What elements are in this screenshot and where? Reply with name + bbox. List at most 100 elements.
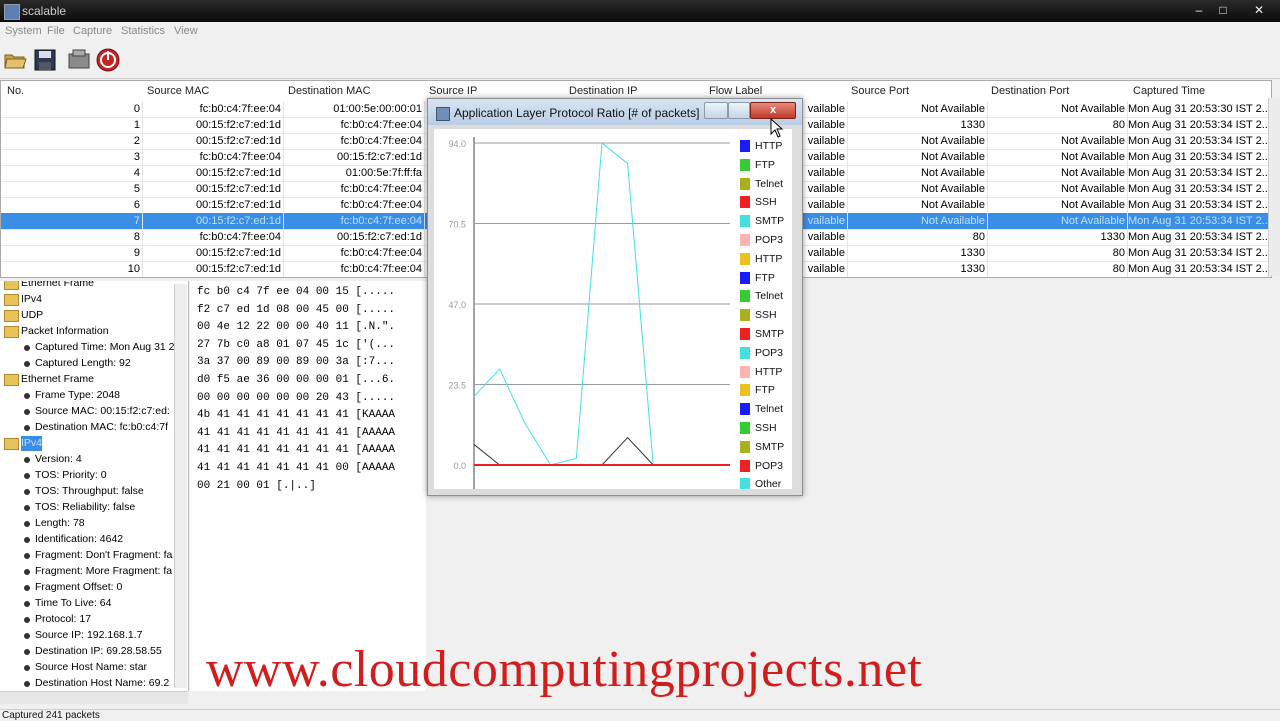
save-icon[interactable] <box>33 48 57 72</box>
table-cell-dmac: fc:b0:c4:7f:ee:04 <box>284 213 425 229</box>
bullet-icon <box>24 473 30 479</box>
tree-node-label: Ethernet Frame <box>21 373 94 385</box>
legend-swatch <box>740 422 750 434</box>
table-cell-dp: Not Available <box>988 149 1128 165</box>
table-cell-dp: Not Available <box>988 181 1128 197</box>
menu-file[interactable]: File <box>47 25 65 37</box>
legend-label: POP3 <box>755 234 784 246</box>
tree-node-label: Time To Live: 64 <box>35 597 112 609</box>
hex-line: f2 c7 ed 1d 08 00 45 00 [..... <box>197 303 396 316</box>
legend-swatch <box>740 346 750 359</box>
bullet-icon <box>24 633 30 639</box>
col-captured-time[interactable]: Captured Time <box>1133 81 1205 99</box>
tree-vertical-scrollbar[interactable] <box>174 284 187 688</box>
close-icon[interactable]: ✕ <box>1248 2 1270 18</box>
table-cell-no: 7 <box>1 213 143 229</box>
chart-legend: HTTP FTP Telnet SSH SMTP POP3 HTTP FTP Telnet SSH… <box>732 129 792 489</box>
menu-system[interactable]: System <box>5 25 42 37</box>
table-cell-dmac: 00:15:f2:c7:ed:1d <box>284 229 425 245</box>
legend-label: SSH <box>755 309 777 322</box>
chart-y-tick-label: 94.0 <box>448 139 466 149</box>
table-cell-dp: Not Available <box>988 101 1128 117</box>
tree-node-label: Fragment Offset: 0 <box>35 581 123 593</box>
capture-icon[interactable] <box>67 48 91 72</box>
hex-line: 00 00 00 00 00 00 20 43 [..... <box>197 391 396 404</box>
legend-swatch <box>740 271 750 284</box>
table-cell-dmac: 01:00:5e:7f:ff:fa <box>284 165 425 181</box>
bullet-icon <box>24 537 30 543</box>
menu-capture[interactable]: Capture <box>73 25 112 37</box>
dialog-title-bar[interactable]: Application Layer Protocol Ratio [# of p… <box>428 99 802 125</box>
col-source-mac[interactable]: Source MAC <box>147 81 209 99</box>
open-folder-icon[interactable] <box>3 48 27 72</box>
legend-swatch <box>740 328 750 340</box>
bullet-icon <box>24 617 30 623</box>
table-cell-t: Mon Aug 31 20:53:34 IST 2... <box>1128 117 1269 133</box>
table-cell-dmac: fc:b0:c4:7f:ee:04 <box>284 117 425 133</box>
col-destination-ip[interactable]: Destination IP <box>569 81 637 99</box>
dialog-app-icon <box>436 107 450 121</box>
chart-y-tick-label: 0.0 <box>453 461 466 471</box>
legend-swatch <box>740 459 750 472</box>
col-destination-mac[interactable]: Destination MAC <box>288 81 371 99</box>
legend-label: SMTP <box>755 215 785 228</box>
table-cell-dp: Not Available <box>988 197 1128 213</box>
table-cell-sp: Not Available <box>848 133 988 149</box>
maximize-icon[interactable]: □ <box>1212 2 1234 18</box>
folder-icon <box>4 326 19 338</box>
chart-series-line <box>473 436 730 466</box>
col-flow-label[interactable]: Flow Label <box>709 81 762 99</box>
table-cell-no: 0 <box>1 101 143 117</box>
dialog-minimize-icon[interactable] <box>704 102 728 119</box>
bullet-icon <box>24 505 30 511</box>
table-cell-t: Mon Aug 31 20:53:34 IST 2... <box>1128 181 1269 197</box>
col-no[interactable]: No. <box>7 81 24 99</box>
table-cell-t: Mon Aug 31 20:53:34 IST 2... <box>1128 133 1269 149</box>
window-title-bar: scalable – □ ✕ <box>0 0 1280 22</box>
table-cell-t: Mon Aug 31 20:53:34 IST 2... <box>1128 213 1269 229</box>
col-source-ip[interactable]: Source IP <box>429 81 477 99</box>
tree-node-label: IPv4 <box>21 436 43 451</box>
legend-label: FTP <box>755 271 775 284</box>
legend-swatch <box>740 196 750 209</box>
tree-node-label: Fragment: More Fragment: fa <box>35 565 173 577</box>
legend-swatch <box>740 234 750 246</box>
packet-detail-tree[interactable]: Ethernet Frame IPv4 UDP Packet Information C… <box>0 281 189 691</box>
dialog-maximize-icon[interactable] <box>728 102 750 119</box>
menu-view[interactable]: View <box>174 25 198 37</box>
table-cell-smac: 00:15:f2:c7:ed:1d <box>143 117 284 133</box>
stop-capture-icon[interactable] <box>96 48 120 72</box>
toolbar <box>0 42 1280 79</box>
bullet-icon <box>24 489 30 495</box>
table-vertical-scrollbar[interactable] <box>1268 98 1280 276</box>
table-cell-smac: fc:b0:c4:7f:ee:04 <box>143 229 284 245</box>
legend-label: SMTP <box>755 440 785 453</box>
table-cell-sp: Not Available <box>848 181 988 197</box>
tree-node-label: Destination Host Name: 69.2 <box>35 677 170 689</box>
table-cell-dp: 80 <box>988 261 1128 277</box>
app-icon <box>4 4 20 20</box>
tree-node-label: Length: 78 <box>35 517 85 529</box>
table-cell-smac: 00:15:f2:c7:ed:1d <box>143 261 284 277</box>
legend-swatch <box>740 309 750 322</box>
tree-node-label: Identification: 4642 <box>35 533 124 545</box>
hex-line: fc b0 c4 7f ee 04 00 15 [..... <box>197 286 396 298</box>
tree-node-label: Captured Time: Mon Aug 31 2 <box>35 341 175 353</box>
table-cell-dmac: fc:b0:c4:7f:ee:04 <box>284 133 425 149</box>
hex-line: d0 f5 ae 36 00 00 00 01 [...6. <box>197 374 396 386</box>
col-source-port[interactable]: Source Port <box>851 81 909 99</box>
bullet-icon <box>24 585 30 591</box>
dialog-close-icon[interactable]: x <box>750 102 796 119</box>
folder-icon <box>4 281 19 290</box>
minimize-icon[interactable]: – <box>1188 2 1210 18</box>
folder-icon <box>4 310 19 322</box>
tree-node-label: Packet Information <box>21 325 109 337</box>
menu-statistics[interactable]: Statistics <box>121 25 165 37</box>
table-cell-sp: Not Available <box>848 149 988 165</box>
legend-swatch <box>740 158 750 171</box>
bullet-icon <box>24 681 30 687</box>
col-destination-port[interactable]: Destination Port <box>991 81 1069 99</box>
table-cell-t: Mon Aug 31 20:53:34 IST 2... <box>1128 197 1269 213</box>
table-cell-no: 1 <box>1 117 143 133</box>
tree-horizontal-scrollbar[interactable] <box>0 691 188 704</box>
